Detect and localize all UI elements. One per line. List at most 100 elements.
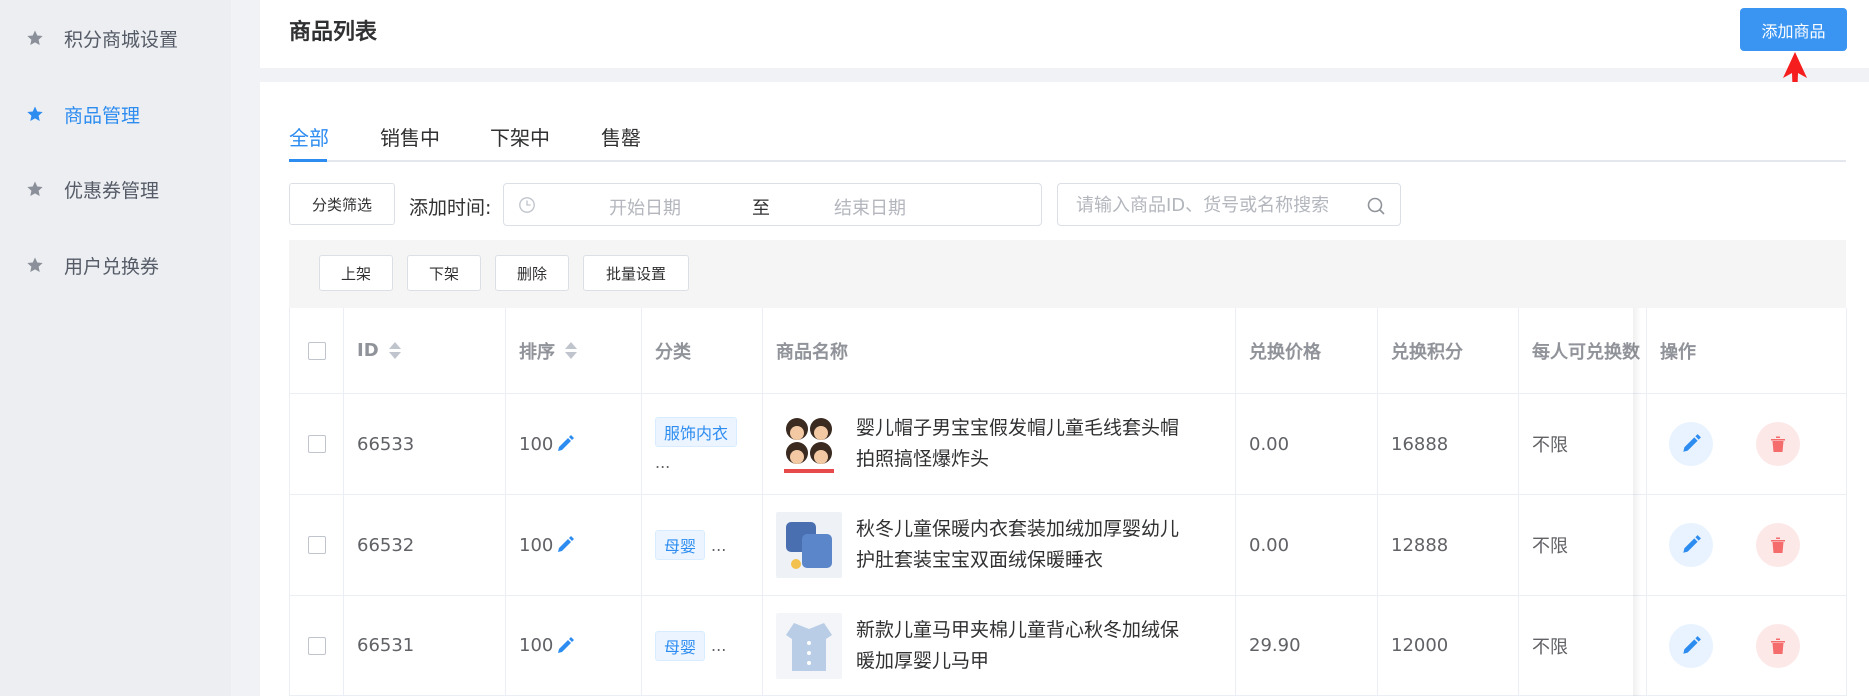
edit-button[interactable]	[1669, 523, 1713, 567]
sidebar-item-points-mall-settings[interactable]: 积分商城设置	[0, 18, 231, 58]
cell-limit: 不限	[1519, 596, 1647, 696]
cell-limit: 不限	[1519, 495, 1647, 596]
sort-icon[interactable]	[565, 340, 577, 362]
date-range-picker[interactable]: 开始日期 至 结束日期	[503, 183, 1042, 226]
category-tag: 服饰内衣	[655, 416, 738, 447]
product-name: 新款儿童马甲夹棉儿童背心秋冬加绒保暖加厚婴儿马甲	[856, 618, 1180, 672]
start-date-input[interactable]: 开始日期	[609, 194, 681, 220]
trash-icon	[1771, 436, 1785, 452]
delete-row-button[interactable]	[1756, 422, 1800, 466]
pencil-icon[interactable]	[555, 535, 575, 555]
sidebar: 积分商城设置 商品管理 优惠券管理 用户兑换券	[0, 0, 231, 696]
cell-ops	[1647, 495, 1847, 596]
cell-points: 16888	[1378, 394, 1519, 495]
category-filter-button[interactable]: 分类筛选	[289, 183, 395, 225]
sort-icon[interactable]	[388, 340, 401, 362]
cell-ops	[1647, 394, 1847, 495]
batch-settings-button[interactable]: 批量设置	[583, 255, 689, 291]
sidebar-item-product-management[interactable]: 商品管理	[0, 94, 231, 134]
search-icon[interactable]	[1366, 196, 1386, 216]
fixed-column-shadow	[1633, 308, 1641, 696]
search-input[interactable]	[1076, 192, 1366, 218]
tab-off-shelf[interactable]: 下架中	[490, 122, 550, 151]
sidebar-item-label: 用户兑换券	[64, 255, 160, 278]
product-table: ID 排序 分类 商品名称 兑换价格 兑换积分 每人可兑换数 操作 66533 …	[289, 308, 1847, 696]
delete-button[interactable]: 删除	[495, 255, 569, 291]
cell-price: 0.00	[1236, 394, 1378, 495]
tab-sold-out[interactable]: 售罄	[601, 122, 641, 151]
cell-category: 母婴 ...	[642, 495, 763, 596]
tab-on-sale[interactable]: 销售中	[380, 122, 440, 151]
product-thumbnail	[776, 612, 842, 679]
trash-icon	[1771, 537, 1785, 553]
clock-icon	[519, 197, 535, 213]
end-date-input[interactable]: 结束日期	[834, 194, 906, 220]
cell-id: 66532	[344, 495, 506, 596]
date-separator: 至	[752, 198, 770, 219]
cell-sort: 100	[506, 394, 642, 495]
tab-all[interactable]: 全部	[289, 122, 329, 151]
select-all-cell	[290, 308, 344, 394]
star-icon	[27, 30, 43, 46]
cell-sort: 100	[506, 596, 642, 696]
table-row	[290, 495, 344, 596]
sidebar-item-user-vouchers[interactable]: 用户兑换券	[0, 245, 231, 285]
table-row	[290, 394, 344, 495]
edit-button[interactable]	[1669, 624, 1713, 668]
tab-active-indicator	[289, 159, 327, 162]
column-header-points: 兑换积分	[1378, 308, 1519, 394]
edit-button[interactable]	[1669, 422, 1713, 466]
column-header-ops: 操作	[1647, 308, 1847, 394]
cell-ops	[1647, 596, 1847, 696]
cell-price: 0.00	[1236, 495, 1378, 596]
row-checkbox[interactable]	[307, 435, 326, 453]
column-header-category: 分类	[642, 308, 763, 394]
cell-name: 婴儿帽子男宝宝假发帽儿童毛线套头帽拍照搞怪爆炸头	[763, 394, 1236, 495]
column-header-name: 商品名称	[763, 308, 1236, 394]
pencil-icon[interactable]	[555, 636, 575, 656]
product-name: 秋冬儿童保暖内衣套装加绒加厚婴幼儿护肚套装宝宝双面绒保暖睡衣	[856, 518, 1180, 571]
tab-divider	[289, 160, 1846, 162]
row-checkbox[interactable]	[307, 536, 326, 554]
category-tag: 母婴	[655, 530, 706, 560]
delete-row-button[interactable]	[1756, 523, 1800, 567]
sidebar-item-coupon-management[interactable]: 优惠券管理	[0, 169, 231, 209]
category-more: ...	[655, 452, 671, 472]
cell-price: 29.90	[1236, 596, 1378, 696]
column-header-id[interactable]: ID	[344, 308, 506, 394]
cell-limit: 不限	[1519, 394, 1647, 495]
pencil-icon	[1683, 434, 1701, 452]
cell-name: 新款儿童马甲夹棉儿童背心秋冬加绒保暖加厚婴儿马甲	[763, 596, 1236, 696]
pencil-icon	[1683, 636, 1701, 654]
cell-sort: 100	[506, 495, 642, 596]
column-header-price: 兑换价格	[1236, 308, 1378, 394]
cell-points: 12000	[1378, 596, 1519, 696]
add-product-button[interactable]: 添加商品	[1740, 8, 1847, 51]
star-icon	[27, 257, 43, 273]
product-name: 婴儿帽子男宝宝假发帽儿童毛线套头帽拍照搞怪爆炸头	[856, 417, 1180, 470]
delete-row-button[interactable]	[1756, 624, 1800, 668]
trash-icon	[1771, 638, 1785, 654]
date-filter-label: 添加时间:	[409, 197, 492, 219]
select-all-checkbox[interactable]	[307, 341, 326, 360]
product-thumbnail	[776, 512, 842, 578]
column-header-sort[interactable]: 排序	[506, 308, 642, 394]
shelve-button[interactable]: 上架	[319, 255, 393, 291]
sidebar-item-label: 积分商城设置	[64, 28, 179, 51]
sidebar-item-label: 优惠券管理	[64, 179, 160, 202]
row-checkbox[interactable]	[307, 636, 326, 655]
cell-id: 66533	[344, 394, 506, 495]
cell-category: 服饰内衣 ...	[642, 394, 763, 495]
pencil-icon	[1683, 535, 1701, 553]
unshelve-button[interactable]: 下架	[407, 255, 481, 291]
table-row	[290, 596, 344, 696]
cell-id: 66531	[344, 596, 506, 696]
category-tag: 母婴	[655, 630, 706, 661]
search-box[interactable]	[1057, 183, 1401, 226]
product-thumbnail	[776, 411, 842, 477]
cell-name: 秋冬儿童保暖内衣套装加绒加厚婴幼儿护肚套装宝宝双面绒保暖睡衣	[763, 495, 1236, 596]
category-more: ...	[711, 636, 727, 655]
pencil-icon[interactable]	[555, 434, 575, 454]
column-header-limit: 每人可兑换数	[1519, 308, 1647, 394]
star-icon	[27, 106, 43, 122]
